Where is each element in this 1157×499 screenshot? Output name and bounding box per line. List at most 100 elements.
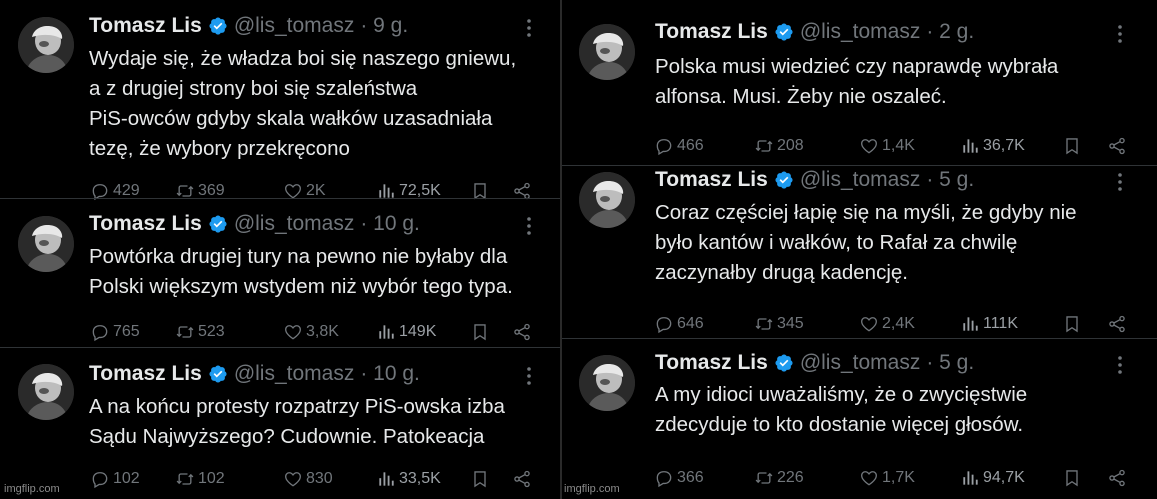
views-count: 33,5K (399, 470, 441, 487)
bookmark-button[interactable] (1062, 468, 1082, 488)
author-name[interactable]: Tomasz Lis (89, 362, 202, 386)
bookmark-icon (1062, 136, 1082, 156)
tweet-timestamp[interactable]: · 5 g. (926, 351, 974, 375)
tweet-text-line: zaczynałby drugą kadencję. (655, 261, 908, 284)
tweet-timestamp[interactable]: · 10 g. (360, 212, 420, 236)
retweet-button[interactable]: 208 (754, 136, 804, 156)
author-handle[interactable]: @lis_tomasz (234, 362, 355, 386)
more-dots-icon[interactable] (526, 18, 532, 42)
share-icon (1107, 468, 1127, 488)
reply-count: 366 (677, 469, 704, 486)
like-icon (859, 314, 879, 334)
share-button[interactable] (1107, 314, 1127, 334)
more-dots-icon[interactable] (1117, 172, 1123, 196)
more-dots-icon[interactable] (526, 216, 532, 240)
tweet-timestamp[interactable]: · 2 g. (926, 20, 974, 44)
reply-count: 765 (113, 323, 140, 340)
views-button[interactable]: 149K (376, 322, 436, 342)
views-button[interactable]: 111K (960, 314, 1018, 334)
reply-count: 646 (677, 315, 704, 332)
share-button[interactable] (1107, 468, 1127, 488)
avatar[interactable] (579, 172, 635, 228)
more-dots-icon[interactable] (1117, 355, 1123, 379)
verified-badge-icon (208, 364, 228, 384)
reply-button[interactable]: 366 (654, 468, 704, 488)
views-count: 149K (399, 323, 437, 340)
retweet-button[interactable]: 102 (175, 469, 225, 489)
share-button[interactable] (512, 469, 532, 489)
reply-button[interactable]: 466 (654, 136, 704, 156)
like-button[interactable]: 1,4K (859, 136, 915, 156)
verified-badge-icon (208, 214, 228, 234)
like-count: 3,8K (306, 323, 339, 340)
author-handle[interactable]: @lis_tomasz (234, 14, 355, 38)
tweet-text-line: zdecyduje to kto dostanie więcej głosów. (655, 413, 1024, 436)
retweet-button[interactable]: 523 (175, 322, 225, 342)
retweet-count: 102 (198, 470, 225, 487)
tweet-text-line: tezę, że wybory przekręcono (89, 137, 350, 160)
tweet-header: Tomasz Lis @lis_tomasz · 10 g. (89, 212, 420, 236)
author-name[interactable]: Tomasz Lis (655, 351, 768, 375)
avatar[interactable] (18, 364, 74, 420)
author-name[interactable]: Tomasz Lis (89, 14, 202, 38)
reply-button[interactable]: 765 (90, 322, 140, 342)
retweet-icon (175, 322, 195, 342)
views-count: 94,7K (983, 469, 1025, 486)
bookmark-button[interactable] (1062, 136, 1082, 156)
retweet-button[interactable]: 345 (754, 314, 804, 334)
bookmark-icon (470, 322, 490, 342)
reply-count: 102 (113, 470, 140, 487)
author-handle[interactable]: @lis_tomasz (800, 168, 921, 192)
share-button[interactable] (512, 322, 532, 342)
imgflip-watermark: imgflip.com (4, 483, 60, 495)
share-icon (1107, 136, 1127, 156)
like-icon (859, 136, 879, 156)
reply-count: 466 (677, 137, 704, 154)
reply-icon (654, 468, 674, 488)
views-button[interactable]: 36,7K (960, 136, 1025, 156)
retweet-icon (754, 468, 774, 488)
bookmark-button[interactable] (470, 469, 490, 489)
tweet-timestamp[interactable]: · 10 g. (360, 362, 420, 386)
tweet-separator (0, 347, 560, 348)
author-name[interactable]: Tomasz Lis (89, 212, 202, 236)
bookmark-button[interactable] (470, 322, 490, 342)
reply-button[interactable]: 646 (654, 314, 704, 334)
like-button[interactable]: 3,8K (283, 322, 339, 342)
author-handle[interactable]: @lis_tomasz (800, 20, 921, 44)
views-button[interactable]: 94,7K (960, 468, 1025, 488)
tweet-text-line: A my idioci uważaliśmy, że o zwycięstwie (655, 383, 1028, 406)
tweet-text-line: Coraz częściej łapię się na myśli, że gd… (655, 201, 1077, 224)
share-button[interactable] (1107, 136, 1127, 156)
retweet-count: 226 (777, 469, 804, 486)
retweet-button[interactable]: 226 (754, 468, 804, 488)
tweet-text-line: było kantów i wałków, to Rafał za chwilę (655, 231, 1018, 254)
like-button[interactable]: 830 (283, 469, 333, 489)
tweet-text-line: A na końcu protesty rozpatrzy PiS-owska … (89, 395, 505, 418)
author-handle[interactable]: @lis_tomasz (234, 212, 355, 236)
author-name[interactable]: Tomasz Lis (655, 168, 768, 192)
like-button[interactable]: 2,4K (859, 314, 915, 334)
like-count: 2,4K (882, 315, 915, 332)
tweet-timestamp[interactable]: · 9 g. (360, 14, 408, 38)
tweet-text-line: Powtórka drugiej tury na pewno nie byłab… (89, 245, 508, 268)
bookmark-button[interactable] (1062, 314, 1082, 334)
more-dots-icon[interactable] (1117, 24, 1123, 48)
avatar[interactable] (579, 355, 635, 411)
author-name[interactable]: Tomasz Lis (655, 20, 768, 44)
views-button[interactable]: 33,5K (376, 469, 441, 489)
tweet-text-line: Polska musi wiedzieć czy naprawdę wybrał… (655, 55, 1059, 78)
avatar[interactable] (579, 24, 635, 80)
retweet-icon (754, 314, 774, 334)
bookmark-icon (1062, 468, 1082, 488)
reply-button[interactable]: 102 (90, 469, 140, 489)
views-icon (960, 136, 980, 156)
like-count: 830 (306, 470, 333, 487)
like-icon (283, 469, 303, 489)
tweet-timestamp[interactable]: · 5 g. (926, 168, 974, 192)
avatar[interactable] (18, 216, 74, 272)
avatar[interactable] (18, 17, 74, 73)
more-dots-icon[interactable] (526, 366, 532, 390)
like-button[interactable]: 1,7K (859, 468, 915, 488)
author-handle[interactable]: @lis_tomasz (800, 351, 921, 375)
